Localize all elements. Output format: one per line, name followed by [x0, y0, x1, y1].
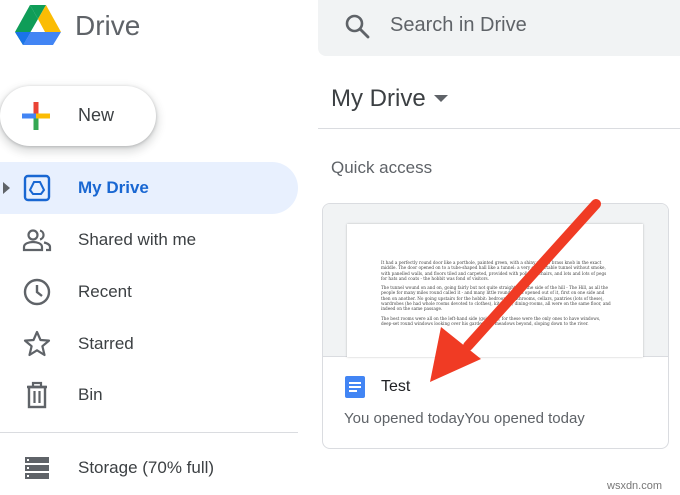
quick-access-card[interactable]: It had a perfectly round door like a por… — [322, 203, 669, 449]
sidebar-item-my-drive[interactable]: My Drive — [0, 162, 298, 214]
file-thumbnail[interactable]: It had a perfectly round door like a por… — [323, 204, 668, 357]
shared-with-me-icon — [22, 229, 52, 252]
sidebar-item-recent[interactable]: Recent — [0, 266, 298, 318]
sidebar-item-label: Shared with me — [78, 230, 197, 249]
preview-paragraph: It had a perfectly round door like a por… — [381, 260, 607, 281]
sidebar-item-label: Starred — [78, 334, 134, 353]
chevron-down-icon[interactable] — [434, 95, 448, 102]
expand-arrow-icon[interactable] — [3, 182, 10, 194]
sidebar-item-starred[interactable]: Starred — [0, 318, 298, 370]
new-button[interactable]: New — [0, 86, 156, 146]
google-docs-icon — [345, 376, 365, 398]
watermark: wsxdn.com — [607, 480, 663, 492]
sidebar-item-bin[interactable]: Bin — [0, 369, 298, 421]
sidebar-item-label: Recent — [78, 282, 132, 301]
star-icon — [23, 330, 51, 357]
document-preview: It had a perfectly round door like a por… — [347, 224, 643, 357]
sidebar-item-label: Bin — [78, 385, 103, 404]
page-title[interactable]: My Drive — [331, 84, 426, 114]
new-button-label: New — [78, 105, 115, 125]
sidebar-item-storage[interactable]: Storage (70% full) — [0, 442, 298, 494]
preview-paragraph: The best rooms were all on the left-hand… — [381, 315, 601, 326]
my-drive-icon — [23, 174, 51, 202]
sidebar-item-shared-with-me[interactable]: Shared with me — [0, 214, 298, 266]
plus-icon — [22, 102, 50, 130]
search-bar[interactable] — [318, 0, 680, 56]
search-input[interactable] — [390, 10, 670, 40]
search-icon[interactable] — [344, 13, 370, 39]
app-name: Drive — [75, 10, 141, 41]
drive-logo-icon — [15, 5, 61, 45]
storage-icon — [25, 457, 49, 479]
clock-icon — [23, 278, 51, 306]
preview-paragraph: The tunnel wound on and on, going fairly… — [381, 285, 611, 312]
file-last-opened: You opened todayYou opened today — [344, 410, 585, 427]
file-name: Test — [381, 378, 411, 395]
quick-access-heading: Quick access — [331, 158, 433, 177]
sidebar-divider — [0, 432, 298, 433]
trash-icon — [27, 381, 47, 409]
sidebar-item-label: My Drive — [78, 178, 149, 197]
main-divider — [318, 128, 680, 129]
storage-label: Storage (70% full) — [78, 458, 215, 477]
